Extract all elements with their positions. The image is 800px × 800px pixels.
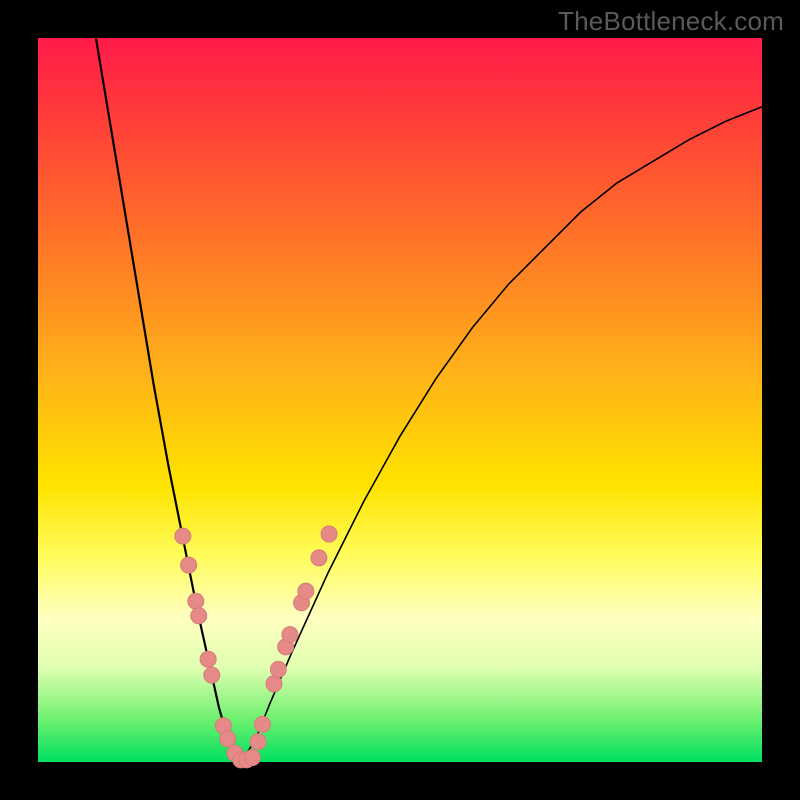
plot-area — [38, 38, 762, 762]
data-marker — [181, 557, 197, 573]
data-marker — [200, 651, 216, 667]
data-marker — [282, 627, 298, 643]
chart-frame: TheBottleneck.com — [0, 0, 800, 800]
data-marker — [254, 716, 270, 732]
data-marker — [298, 583, 314, 599]
data-marker — [270, 661, 286, 677]
bottleneck-curve — [38, 38, 762, 762]
data-markers — [175, 526, 337, 768]
data-marker — [175, 528, 191, 544]
curve-right-branch — [241, 107, 762, 762]
data-marker — [220, 731, 236, 747]
data-marker — [321, 526, 337, 542]
data-marker — [244, 750, 260, 766]
watermark-text: TheBottleneck.com — [558, 6, 784, 37]
data-marker — [204, 667, 220, 683]
data-marker — [311, 550, 327, 566]
data-marker — [266, 676, 282, 692]
data-marker — [191, 608, 207, 624]
curve-left-branch — [96, 38, 241, 762]
data-marker — [250, 734, 266, 750]
data-marker — [188, 593, 204, 609]
